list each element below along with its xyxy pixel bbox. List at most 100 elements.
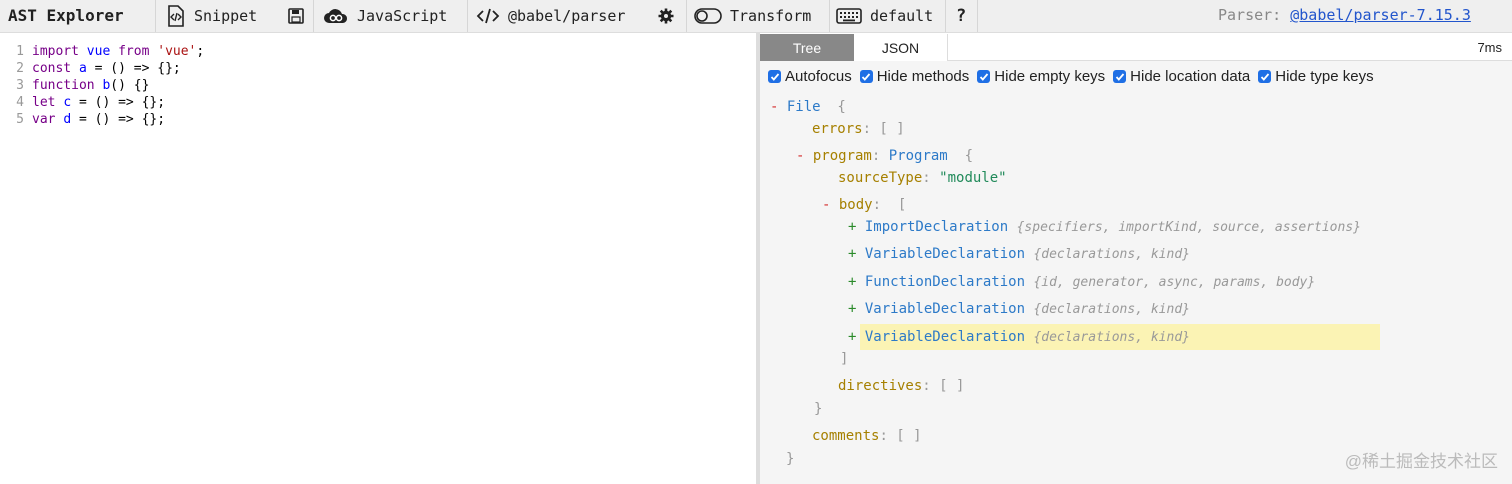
checkbox-checked-icon[interactable] [1258, 70, 1272, 83]
line-number: 4 [16, 95, 24, 110]
option-hide-empty-keys[interactable]: Hide empty keys [977, 68, 1105, 85]
tree-prop-directives: directives: [ ] [838, 378, 965, 394]
collapse-icon[interactable]: - [770, 99, 787, 115]
node-type: File [786, 99, 821, 115]
output-tabs: Tree JSON 7ms [760, 34, 1512, 61]
file-code-icon [166, 5, 186, 27]
checkbox-checked-icon[interactable] [768, 70, 781, 83]
toggle-off-icon [694, 7, 722, 25]
code-line[interactable]: 3 function b() {} [0, 77, 149, 94]
tab-json[interactable]: JSON [854, 34, 948, 61]
prop-key: comments [812, 428, 880, 444]
code-token: vue [78, 44, 119, 59]
watermark: @稀土掘金技术社区 [1344, 452, 1498, 471]
snippet-button[interactable]: Snippet [160, 0, 263, 32]
option-hide-location-data[interactable]: Hide location data [1113, 68, 1250, 85]
code-token: ; [196, 44, 205, 59]
code-token: () {} [110, 78, 150, 93]
parser-button[interactable]: @babel/parser [470, 0, 631, 32]
code-token: const [32, 61, 72, 76]
node-type: VariableDeclaration [864, 328, 1026, 345]
tree-node-body-item[interactable]: + VariableDeclaration {declarations, kin… [848, 244, 1190, 264]
toolbar-divider [945, 0, 946, 32]
option-hide-type-keys[interactable]: Hide type keys [1258, 68, 1374, 85]
tree-prop-program[interactable]: - program: Program { [796, 146, 973, 166]
cloud-icon [323, 7, 349, 25]
checkbox-checked-icon[interactable] [859, 70, 873, 83]
language-label: JavaScript [357, 7, 448, 25]
line-number: 3 [16, 78, 24, 93]
code-line[interactable]: 5 var d = () => {}; [0, 111, 165, 128]
checkbox-checked-icon[interactable] [977, 70, 991, 83]
code-icon [476, 7, 500, 25]
option-label: Hide methods [876, 68, 970, 85]
code-token: import [32, 44, 79, 59]
parser-version-link[interactable]: @babel/parser-7.15.3 [1290, 6, 1471, 24]
prop-key: program [812, 148, 872, 164]
tab-tree[interactable]: Tree [760, 34, 854, 61]
keymap-label: default [870, 7, 934, 25]
node-type: ImportDeclaration [864, 219, 1009, 235]
expand-icon[interactable]: + [848, 219, 865, 235]
object-close-brace: } [786, 451, 795, 467]
code-line[interactable]: 2 const a = () => {}; [0, 60, 181, 77]
keyboard-icon [836, 8, 862, 24]
option-label: Autofocus [785, 68, 852, 85]
node-summary: {declarations, kind} [1033, 302, 1190, 318]
tree-node-body-item[interactable]: + FunctionDeclaration {id, generator, as… [848, 272, 1315, 292]
app-title: AST Explorer [8, 6, 124, 25]
option-autofocus[interactable]: Autofocus [768, 68, 852, 85]
checkbox-checked-icon[interactable] [1113, 70, 1127, 83]
tree-node-file[interactable]: - File { [770, 97, 846, 117]
tree-node-body-item[interactable]: + VariableDeclaration {declarations, kin… [848, 299, 1190, 319]
transform-label: Transform [730, 7, 812, 25]
toolbar-divider [467, 0, 468, 32]
tree-prop-body[interactable]: - body: [ [822, 195, 906, 215]
prop-key: directives [838, 378, 923, 394]
gear-icon [658, 8, 674, 24]
toolbar-divider [686, 0, 687, 32]
expand-icon[interactable]: + [848, 301, 865, 317]
toolbar: AST Explorer Snippet JavaScript @babel/p… [0, 0, 1512, 33]
save-icon [288, 8, 304, 24]
code-token: function [32, 78, 95, 93]
tree-prop-sourcetype: sourceType: "module" [838, 170, 1007, 186]
language-button[interactable]: JavaScript [317, 0, 453, 32]
code-token: 'vue' [157, 44, 197, 59]
output-panel: Tree JSON 7ms Autofocus Hide methods Hid… [760, 34, 1512, 484]
line-number: 1 [16, 44, 24, 59]
help-button[interactable]: ? [950, 0, 972, 32]
parser-label: @babel/parser [508, 7, 626, 25]
node-type: VariableDeclaration [864, 246, 1026, 263]
code-line[interactable]: 1 import vue from 'vue'; [0, 43, 204, 60]
code-line[interactable]: 4 let c = () => {}; [0, 94, 165, 111]
line-number: 2 [16, 61, 24, 76]
option-hide-methods[interactable]: Hide methods [859, 68, 970, 85]
node-summary: {specifiers, importKind, source, asserti… [1016, 220, 1361, 235]
collapse-icon[interactable]: - [796, 148, 813, 164]
keymap-button[interactable]: default [830, 0, 939, 32]
code-token: var [32, 112, 56, 127]
node-summary: {declarations, kind} [1033, 247, 1190, 263]
help-icon: ? [956, 6, 967, 26]
collapse-icon[interactable]: - [822, 197, 839, 213]
node-type: Program [888, 148, 948, 164]
line-number: 5 [16, 112, 24, 127]
expand-icon[interactable]: + [848, 329, 865, 345]
prop-value: "module" [939, 170, 1007, 186]
tree-prop-errors: errors: [ ] [812, 121, 905, 137]
transform-toggle[interactable]: Transform [688, 0, 817, 32]
node-type: FunctionDeclaration [864, 273, 1026, 290]
code-token: d [63, 112, 72, 127]
expand-icon[interactable]: + [848, 274, 865, 290]
expand-icon[interactable]: + [848, 246, 865, 262]
save-button[interactable] [282, 0, 310, 32]
option-label: Hide type keys [1275, 68, 1374, 85]
parser-settings-button[interactable] [652, 0, 680, 32]
code-editor[interactable]: 1 import vue from 'vue'; 2 const a = () => … [0, 34, 756, 484]
tree-node-body-item[interactable]: + VariableDeclaration {declarations, kin… [848, 327, 1190, 347]
tree-node-body-item[interactable]: + ImportDeclaration {specifiers, importK… [848, 217, 1361, 237]
object-close-brace: } [814, 401, 823, 417]
toolbar-divider [977, 0, 978, 32]
